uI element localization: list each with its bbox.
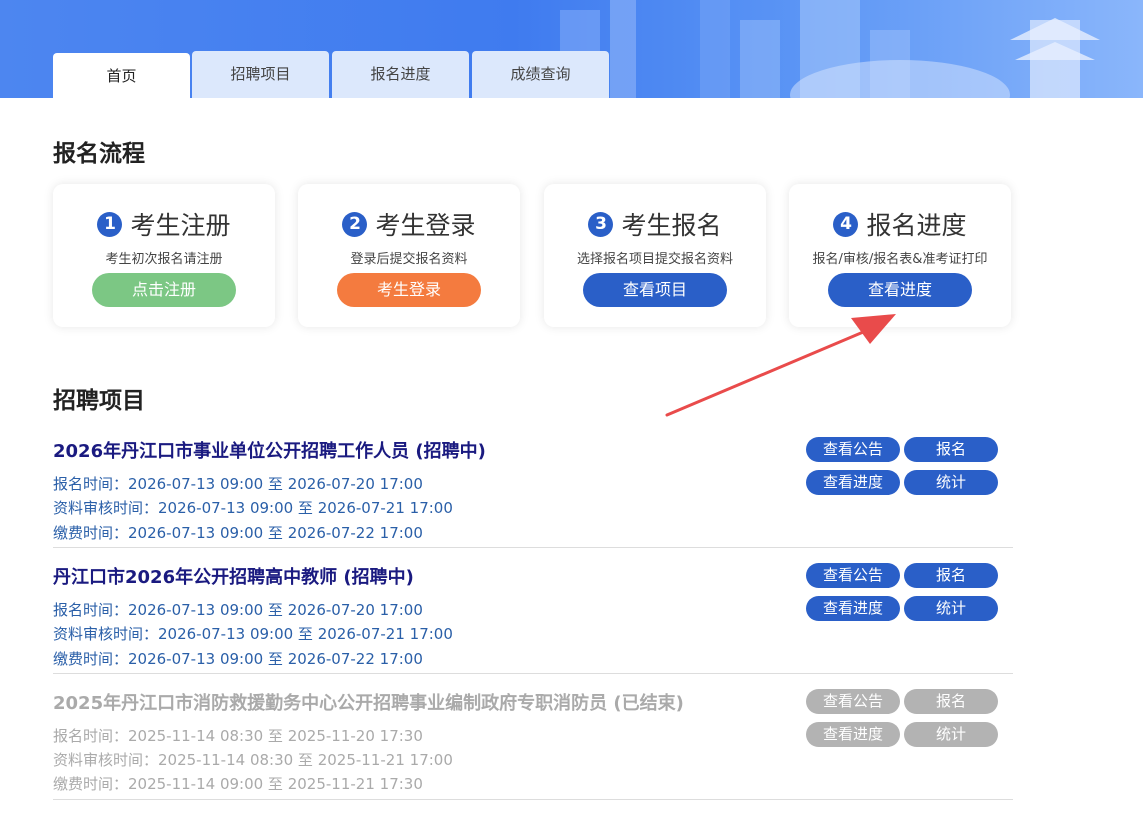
job-title[interactable]: 丹江口市2026年公开招聘高中教师 (招聘中): [53, 563, 414, 589]
job-item: 2026年丹江口市事业单位公开招聘工作人员 (招聘中) 报名时间：2026-07…: [53, 437, 1013, 549]
view-progress-button[interactable]: 查看进度: [806, 722, 900, 747]
step-number-badge: 2: [342, 211, 368, 237]
job-title[interactable]: 2026年丹江口市事业单位公开招聘工作人员 (招聘中): [53, 437, 486, 463]
step-number-badge: 4: [833, 211, 859, 237]
review-time: 资料审核时间：2026-07-13 09:00 至 2026-07-21 17:…: [53, 625, 453, 643]
view-progress-button[interactable]: 查看进度: [806, 596, 900, 621]
registration-time: 报名时间：2026-07-13 09:00 至 2026-07-20 17:00: [53, 601, 423, 619]
statistics-button[interactable]: 统计: [904, 470, 998, 495]
step-card-register: 1 考生注册 考生初次报名请注册 点击注册: [53, 184, 275, 327]
login-button[interactable]: 考生登录: [337, 273, 481, 307]
view-notice-button[interactable]: 查看公告: [806, 437, 900, 462]
job-title[interactable]: 2025年丹江口市消防救援勤务中心公开招聘事业编制政府专职消防员 (已结束): [53, 689, 684, 715]
view-notice-button[interactable]: 查看公告: [806, 563, 900, 588]
review-time: 资料审核时间：2026-07-13 09:00 至 2026-07-21 17:…: [53, 499, 453, 517]
view-progress-button[interactable]: 查看进度: [806, 470, 900, 495]
statistics-button[interactable]: 统计: [904, 596, 998, 621]
payment-time: 缴费时间：2026-07-13 09:00 至 2026-07-22 17:00: [53, 524, 423, 542]
step-description: 登录后提交报名资料: [350, 252, 468, 267]
payment-time: 缴费时间：2026-07-13 09:00 至 2026-07-22 17:00: [53, 650, 423, 668]
view-projects-button[interactable]: 查看项目: [583, 273, 727, 307]
divider: [53, 547, 1013, 548]
step-number-badge: 1: [97, 211, 123, 237]
projects-section-title: 招聘项目: [53, 388, 145, 414]
tab-home[interactable]: 首页: [53, 53, 190, 98]
statistics-button[interactable]: 统计: [904, 722, 998, 747]
view-notice-button[interactable]: 查看公告: [806, 689, 900, 714]
tab-score-query[interactable]: 成绩查询: [472, 51, 609, 98]
step-title: 考生报名: [621, 211, 722, 240]
step-card-progress: 4 报名进度 报名/审核/报名表&准考证打印 查看进度: [789, 184, 1011, 327]
registration-time: 报名时间：2025-11-14 08:30 至 2025-11-20 17:30: [53, 727, 423, 745]
tab-recruitment-projects[interactable]: 招聘项目: [192, 51, 329, 98]
step-title: 报名进度: [866, 211, 967, 240]
job-item: 丹江口市2026年公开招聘高中教师 (招聘中) 报名时间：2026-07-13 …: [53, 563, 1013, 675]
divider: [53, 673, 1013, 674]
job-item: 2025年丹江口市消防救援勤务中心公开招聘事业编制政府专职消防员 (已结束) 报…: [53, 689, 1013, 801]
register-button[interactable]: 点击注册: [92, 273, 236, 307]
view-progress-button[interactable]: 查看进度: [828, 273, 972, 307]
step-card-login: 2 考生登录 登录后提交报名资料 考生登录: [298, 184, 520, 327]
tab-registration-progress[interactable]: 报名进度: [332, 51, 469, 98]
registration-time: 报名时间：2026-07-13 09:00 至 2026-07-20 17:00: [53, 475, 423, 493]
apply-button[interactable]: 报名: [904, 437, 998, 462]
step-description: 考生初次报名请注册: [105, 252, 223, 267]
apply-button[interactable]: 报名: [904, 563, 998, 588]
step-title: 考生登录: [375, 211, 476, 240]
step-card-apply: 3 考生报名 选择报名项目提交报名资料 查看项目: [544, 184, 766, 327]
divider: [53, 799, 1013, 800]
step-description: 选择报名项目提交报名资料: [576, 252, 733, 267]
step-description: 报名/审核/报名表&准考证打印: [812, 252, 988, 267]
step-number-badge: 3: [588, 211, 614, 237]
review-time: 资料审核时间：2025-11-14 08:30 至 2025-11-21 17:…: [53, 751, 453, 769]
apply-button[interactable]: 报名: [904, 689, 998, 714]
payment-time: 缴费时间：2025-11-14 09:00 至 2025-11-21 17:30: [53, 775, 423, 793]
process-section-title: 报名流程: [53, 141, 145, 167]
step-title: 考生注册: [130, 211, 231, 240]
